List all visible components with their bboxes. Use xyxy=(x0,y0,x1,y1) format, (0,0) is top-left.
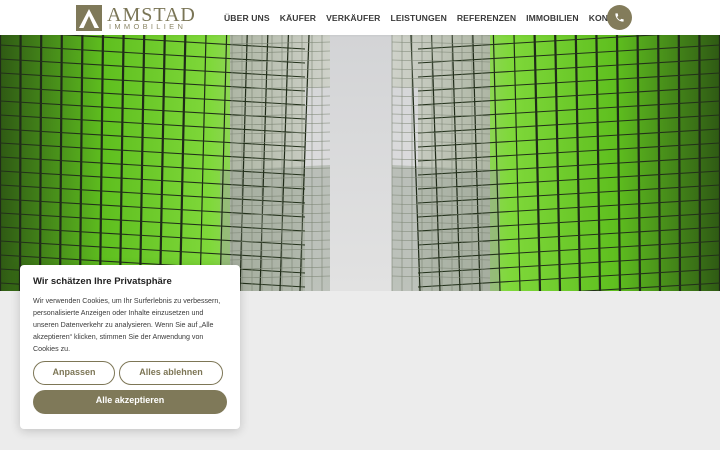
accept-all-button[interactable]: Alle akzeptieren xyxy=(33,390,227,414)
window-frame-line xyxy=(677,35,682,291)
window-frame-line xyxy=(698,35,702,291)
site-header: AMSTAD IMMOBILIEN ÜBER UNS KÄUFER VERKÄU… xyxy=(0,0,720,35)
reject-all-button[interactable]: Alles ablehnen xyxy=(119,361,223,385)
nav-item-referenzen[interactable]: REFERENZEN xyxy=(457,13,516,23)
window-frame-line xyxy=(18,35,22,291)
nav-item-kaeufer[interactable]: KÄUFER xyxy=(280,13,316,23)
phone-icon xyxy=(615,13,624,22)
nav-item-verkaeufer[interactable]: VERKÄUFER xyxy=(326,13,380,23)
customize-button[interactable]: Anpassen xyxy=(33,361,115,385)
brand-subtitle: IMMOBILIEN xyxy=(109,22,187,31)
phone-button[interactable] xyxy=(607,5,632,30)
nav-item-leistungen[interactable]: LEISTUNGEN xyxy=(390,13,446,23)
window-frame-line xyxy=(38,35,43,291)
skyscraper-illustration xyxy=(0,35,720,291)
nav-item-ueber-uns[interactable]: ÜBER UNS xyxy=(224,13,270,23)
main-nav: ÜBER UNS KÄUFER VERKÄUFER LEISTUNGEN REF… xyxy=(224,13,631,23)
nav-item-immobilien[interactable]: IMMOBILIEN xyxy=(526,13,579,23)
cookie-title: Wir schätzen Ihre Privatsphäre xyxy=(33,276,172,287)
hero-image xyxy=(0,35,720,291)
cookie-consent-dialog: Wir schätzen Ihre Privatsphäre Wir verwe… xyxy=(20,265,240,429)
logo-mark-icon xyxy=(76,5,102,31)
cookie-text: Wir verwenden Cookies, um Ihr Surferlebn… xyxy=(33,297,221,353)
